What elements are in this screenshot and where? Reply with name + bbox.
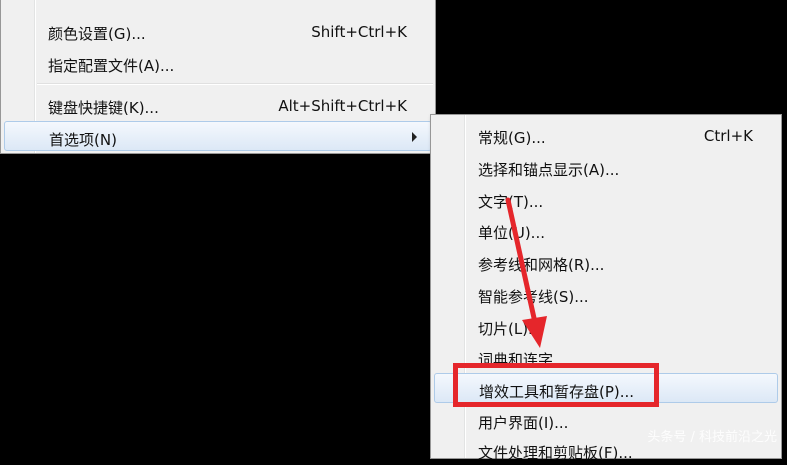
main-context-menu: 颜色设置(G)... Shift+Ctrl+K 指定配置文件(A)... 键盘快… [0, 0, 436, 154]
submenu-item-general[interactable]: 常规(G)... Ctrl+K [434, 120, 778, 150]
menu-item-color-settings[interactable]: 颜色设置(G)... Shift+Ctrl+K [4, 16, 432, 46]
submenu-item-selection-anchor[interactable]: 选择和锚点显示(A)... [434, 152, 778, 182]
submenu-item-units[interactable]: 单位(U)... [434, 215, 778, 245]
menu-item-preferences[interactable]: 首选项(N) [4, 121, 432, 151]
menu-item-label: 文字(T)... [478, 193, 544, 211]
menu-item-assign-profile[interactable]: 指定配置文件(A)... [4, 48, 432, 78]
menu-item-label: 颜色设置(G)... [48, 25, 146, 43]
submenu-item-slices[interactable]: 切片(L)... [434, 311, 778, 341]
menu-item-shortcut: Shift+Ctrl+K [311, 23, 407, 41]
menu-item-shortcut: Alt+Shift+Ctrl+K [278, 97, 407, 115]
watermark-text: 头条号 / 科技前沿之光 [647, 430, 777, 445]
menu-item-label: 常规(G)... [478, 129, 546, 147]
menu-item-label: 首选项(N) [49, 131, 117, 149]
menu-item-keyboard-shortcuts[interactable]: 键盘快捷键(K)... Alt+Shift+Ctrl+K [4, 90, 432, 120]
submenu-item-guides-grid[interactable]: 参考线和网格(R)... [434, 247, 778, 277]
menu-item-shortcut: Ctrl+K [703, 127, 753, 145]
submenu-item-smart-guides[interactable]: 智能参考线(S)... [434, 279, 778, 309]
menu-item-label: 切片(L)... [478, 320, 543, 338]
menu-separator [37, 83, 433, 85]
menu-item-label: 智能参考线(S)... [478, 288, 589, 306]
submenu-item-type[interactable]: 文字(T)... [434, 184, 778, 214]
preferences-submenu: 常规(G)... Ctrl+K 选择和锚点显示(A)... 文字(T)... 单… [430, 114, 782, 462]
menu-item-label: 参考线和网格(R)... [478, 256, 605, 274]
menu-item-label: 文件处理和剪贴板(F)... [478, 444, 633, 462]
menu-item-label: 选择和锚点显示(A)... [478, 161, 620, 179]
annotation-highlight-box [453, 363, 659, 407]
menu-item-label: 用户界面(I)... [478, 414, 569, 432]
menu-item-label: 单位(U)... [478, 224, 545, 242]
submenu-arrow-icon [412, 132, 417, 142]
menu-item-label: 键盘快捷键(K)... [48, 99, 159, 117]
menu-item-label: 指定配置文件(A)... [48, 57, 175, 75]
